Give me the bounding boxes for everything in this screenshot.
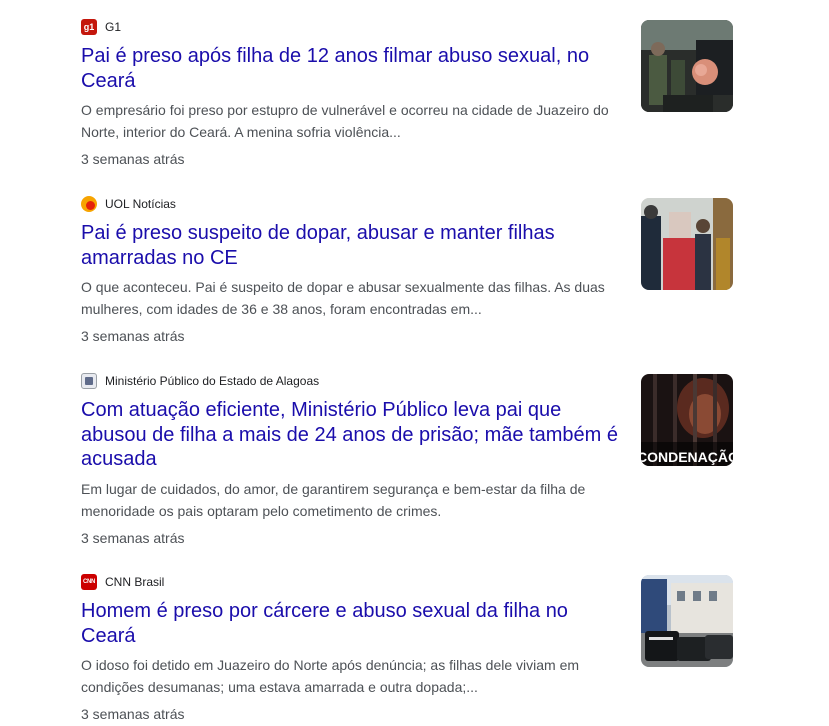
- news-snippet: Em lugar de cuidados, do amor, de garant…: [81, 480, 586, 519]
- news-card[interactable]: UOL Notícias Pai é preso suspeito de dop…: [81, 195, 733, 347]
- news-source: g1 G1: [81, 18, 626, 36]
- news-snippet: O empresário foi preso por estupro de vu…: [81, 102, 609, 140]
- news-card[interactable]: CNN CNN Brasil Homem é preso por cárcere…: [81, 573, 733, 725]
- news-thumbnail[interactable]: CONDENAÇÃO: [641, 374, 733, 466]
- news-headline-link[interactable]: Com atuação eficiente, Ministério Públic…: [81, 398, 626, 472]
- news-card-text: UOL Notícias Pai é preso suspeito de dop…: [81, 195, 626, 347]
- news-timestamp: 3 semanas atrás: [81, 328, 185, 344]
- news-thumbnail[interactable]: [641, 198, 733, 290]
- news-card[interactable]: Ministério Público do Estado de Alagoas …: [81, 372, 733, 549]
- news-source: CNN CNN Brasil: [81, 573, 626, 591]
- news-headline-link[interactable]: Homem é preso por cárcere e abuso sexual…: [81, 599, 626, 648]
- g1-logo-icon: g1: [81, 19, 97, 35]
- cnn-logo-icon: CNN: [81, 574, 97, 590]
- news-thumbnail[interactable]: [641, 20, 733, 112]
- news-headline-link[interactable]: Pai é preso suspeito de dopar, abusar e …: [81, 221, 626, 270]
- news-thumbnail[interactable]: [641, 575, 733, 667]
- news-timestamp: 3 semanas atrás: [81, 151, 185, 167]
- news-snippet: O idoso foi detido em Juazeiro do Norte …: [81, 657, 580, 695]
- news-card[interactable]: g1 G1 Pai é preso após filha de 12 anos …: [81, 18, 733, 170]
- mp-alagoas-logo-icon: [81, 373, 97, 389]
- news-timestamp: 3 semanas atrás: [81, 529, 185, 546]
- news-headline-link[interactable]: Pai é preso após filha de 12 anos filmar…: [81, 44, 626, 93]
- news-card-text: Ministério Público do Estado de Alagoas …: [81, 372, 626, 549]
- news-timestamp: 3 semanas atrás: [81, 706, 185, 722]
- news-source-name: CNN Brasil: [105, 575, 165, 589]
- prison-bars-photo: CONDENAÇÃO: [641, 374, 733, 466]
- news-source: Ministério Público do Estado de Alagoas: [81, 372, 626, 390]
- police-arrest-photo: [641, 20, 733, 112]
- police-vehicles-photo: [641, 575, 733, 667]
- news-source-name: UOL Notícias: [105, 197, 176, 211]
- news-source-name: Ministério Público do Estado de Alagoas: [105, 374, 320, 388]
- news-snippet: O que aconteceu. Pai é suspeito de dopar…: [81, 279, 605, 317]
- suspect-escorted-photo: [641, 198, 733, 290]
- news-card-text: CNN CNN Brasil Homem é preso por cárcere…: [81, 573, 626, 725]
- thumbnail-caption: CONDENAÇÃO: [641, 448, 733, 465]
- news-feed: g1 G1 Pai é preso após filha de 12 anos …: [0, 0, 829, 726]
- news-card-text: g1 G1 Pai é preso após filha de 12 anos …: [81, 18, 626, 170]
- uol-logo-icon: [81, 196, 97, 212]
- news-source: UOL Notícias: [81, 195, 626, 213]
- news-source-name: G1: [105, 20, 122, 34]
